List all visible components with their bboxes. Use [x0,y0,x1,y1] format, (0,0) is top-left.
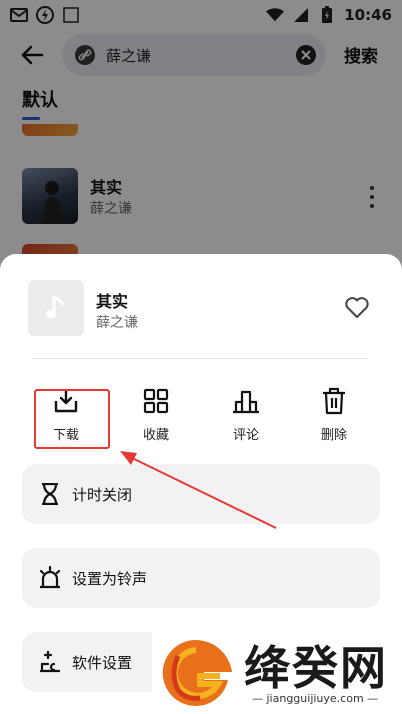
music-note-icon [28,280,84,336]
watermark-name: 绛癸网 [244,641,388,695]
comment-label: 评论 [232,428,259,443]
comment-button[interactable]: 评论 [202,386,290,446]
grid-icon [141,386,171,416]
timer-close-item[interactable]: 计时关闭 [22,464,380,524]
collect-button[interactable]: 收藏 [112,386,200,446]
divider [32,358,368,359]
collect-label: 收藏 [142,428,169,443]
set-ringtone-item[interactable]: 设置为铃声 [22,548,380,608]
highlight-box [34,389,110,449]
set-ringtone-label: 设置为铃声 [72,569,148,588]
alarm-icon [38,566,62,590]
delete-label: 删除 [320,428,347,443]
trash-icon [319,386,349,416]
comment-icon [231,386,261,416]
watermark: 绛癸网 — jiangguijiuye.com — [152,632,402,714]
sheet-song-title: 其实 [96,292,129,311]
timer-close-label: 计时关闭 [72,485,133,504]
watermark-url: — jiangguijiuye.com — [252,692,379,705]
software-settings-label: 软件设置 [72,653,133,672]
sheet-song-artist: 薛之谦 [96,315,138,331]
watermark-logo [162,639,232,706]
settings-icon [38,650,62,674]
heart-icon[interactable] [344,296,370,320]
delete-button[interactable]: 删除 [290,386,378,446]
hourglass-icon [38,482,62,506]
